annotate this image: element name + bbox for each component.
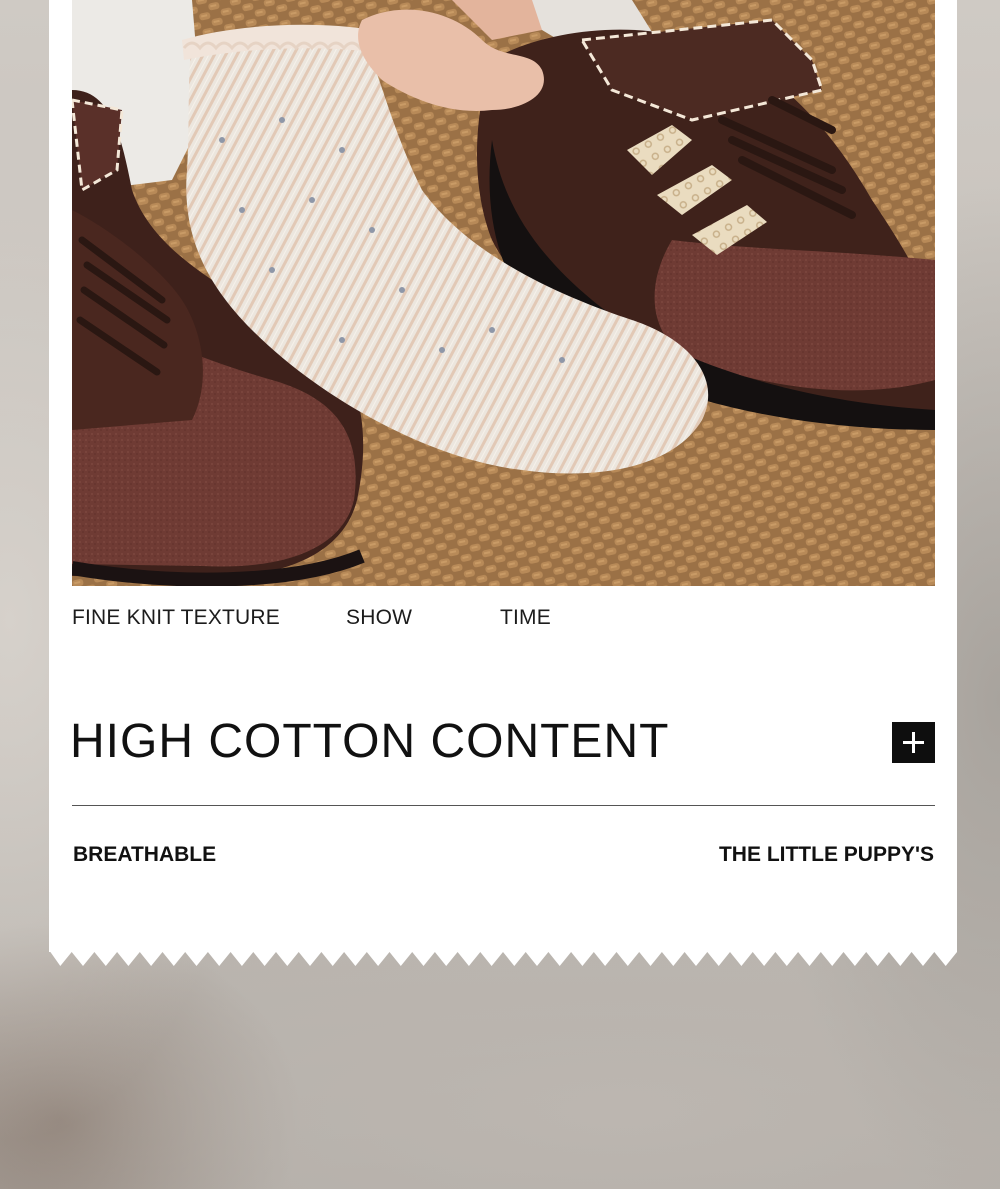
expand-button[interactable]: [892, 722, 935, 763]
feature-labels: FINE KNIT TEXTURE SHOW TIME: [72, 606, 935, 632]
feature-label-time: TIME: [500, 606, 551, 629]
feature-label-show: SHOW: [346, 606, 413, 629]
tag-breathable: BREATHABLE: [73, 843, 217, 866]
feature-label-texture: FINE KNIT TEXTURE: [72, 606, 280, 629]
zigzag-edge: [49, 950, 957, 966]
divider: [72, 805, 935, 806]
headline: HIGH COTTON CONTENT: [70, 715, 670, 768]
product-photo: [72, 0, 935, 586]
tag-brand: THE LITTLE PUPPY'S: [718, 843, 934, 866]
